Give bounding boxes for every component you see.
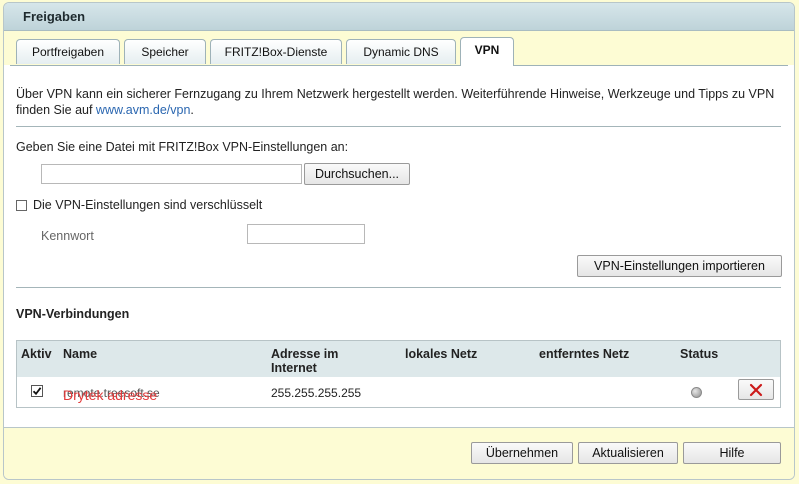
column-header-address: Adresse im Internet (271, 347, 339, 375)
avm-vpn-link[interactable]: www.avm.de/vpn (96, 103, 190, 117)
checkmark-icon (32, 387, 42, 396)
refresh-button[interactable]: Aktualisieren (578, 442, 678, 464)
password-label: Kennwort (41, 229, 94, 243)
divider (16, 287, 781, 288)
tab-portfreigaben[interactable]: Portfreigaben (16, 39, 120, 64)
help-button[interactable]: Hilfe (683, 442, 781, 464)
overlay-annotation: Drytek adresse (63, 387, 158, 403)
column-header-name: Name (63, 347, 98, 361)
tab-speicher[interactable]: Speicher (124, 39, 206, 64)
tab-vpn[interactable]: VPN (460, 37, 514, 66)
browse-button[interactable]: Durchsuchen... (304, 163, 410, 185)
vpn-connections-title: VPN-Verbindungen (16, 307, 130, 321)
vpn-content: Über VPN kann ein sicherer Fernzugang zu… (4, 66, 794, 426)
delete-x-icon (749, 383, 763, 397)
encrypted-checkbox[interactable] (16, 200, 27, 211)
encrypted-label: Die VPN-Einstellungen sind verschlüsselt (33, 198, 263, 212)
tab-strip: Portfreigaben Speicher FRITZ!Box-Dienste… (4, 31, 794, 66)
column-header-active: Aktiv (21, 347, 52, 361)
column-header-local-net: lokales Netz (405, 347, 478, 361)
page-title: Freigaben (4, 3, 794, 31)
tab-dynamic-dns[interactable]: Dynamic DNS (346, 39, 456, 64)
status-indicator-icon (691, 387, 702, 398)
tab-fritzbox-dienste[interactable]: FRITZ!Box-Dienste (210, 39, 342, 64)
active-checkbox[interactable] (31, 385, 43, 397)
file-import-label: Geben Sie eine Datei mit FRITZ!Box VPN-E… (16, 140, 349, 154)
apply-button[interactable]: Übernehmen (471, 442, 573, 464)
vpn-connections-table: Aktiv Name Adresse im Internet lokales N… (16, 340, 781, 408)
import-vpn-settings-button[interactable]: VPN-Einstellungen importieren (577, 255, 782, 277)
table-header: Aktiv Name Adresse im Internet lokales N… (17, 341, 780, 377)
footer-bar: Übernehmen Aktualisieren Hilfe (4, 427, 794, 479)
file-path-input[interactable] (41, 164, 302, 184)
intro-text: Über VPN kann ein sicherer Fernzugang zu… (16, 86, 781, 118)
column-header-status: Status (680, 347, 719, 361)
column-header-remote-net: entferntes Netz (539, 347, 630, 361)
shares-panel: Freigaben Portfreigaben Speicher FRITZ!B… (3, 2, 795, 480)
table-row: remote.treesoft.se Drytek adresse 255.25… (17, 377, 780, 407)
delete-connection-button[interactable] (738, 379, 774, 400)
connection-address: 255.255.255.255 (271, 386, 362, 400)
password-field[interactable] (247, 224, 365, 244)
intro-suffix: . (190, 103, 194, 117)
divider (16, 126, 781, 127)
